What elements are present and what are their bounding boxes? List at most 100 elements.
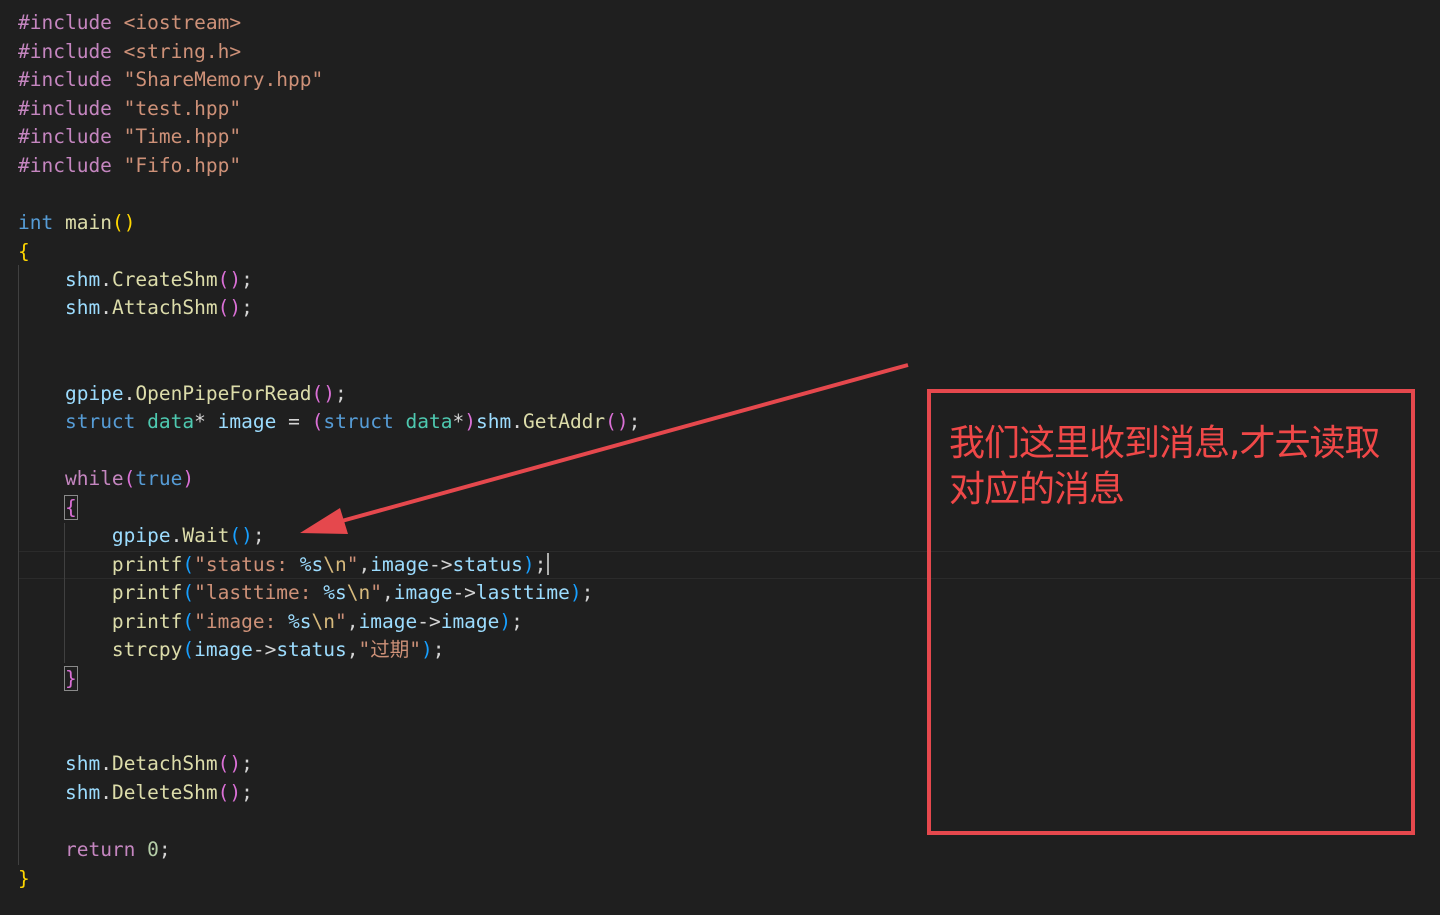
code-line-1[interactable]: #include <iostream>: [18, 9, 241, 37]
paren: (): [311, 382, 336, 405]
object-name: image: [393, 581, 453, 604]
annotation-text: 我们这里收到消息,才去读取对应的消息: [949, 423, 1380, 510]
preprocessor-keyword: #include: [18, 154, 112, 177]
paren: (): [217, 268, 242, 291]
object-name: shm: [64, 268, 101, 291]
include-path: "test.hpp": [123, 97, 242, 120]
code-line-17[interactable]: while(true): [18, 465, 194, 493]
method-name: CreateShm: [111, 268, 218, 291]
include-path: "ShareMemory.hpp": [123, 68, 324, 91]
bool-literal: true: [135, 467, 183, 490]
field-name: status: [452, 553, 523, 576]
function-name: printf: [111, 610, 183, 633]
code-line-5[interactable]: #include "Time.hpp": [18, 123, 241, 151]
paren: (): [217, 296, 242, 319]
open-brace: {: [18, 240, 30, 263]
string-literal: "image:: [194, 610, 289, 633]
paren: (): [217, 781, 242, 804]
code-line-10[interactable]: shm.CreateShm();: [18, 266, 253, 294]
code-line-27[interactable]: shm.DetachShm();: [18, 750, 253, 778]
paren: ): [421, 638, 433, 661]
preprocessor-keyword: #include: [18, 125, 112, 148]
object-name: shm: [64, 296, 101, 319]
code-line-28[interactable]: shm.DeleteShm();: [18, 779, 253, 807]
preprocessor-keyword: #include: [18, 68, 112, 91]
preprocessor-keyword: #include: [18, 40, 112, 63]
code-line-18[interactable]: {: [18, 494, 78, 522]
close-brace: }: [63, 666, 78, 691]
function-name: strcpy: [111, 638, 183, 661]
string-literal-end: ": [370, 581, 382, 604]
annotation-box: 我们这里收到消息,才去读取对应的消息: [927, 389, 1415, 835]
arrow-op: ->: [252, 638, 277, 661]
method-name: GetAddr: [522, 410, 606, 433]
arrow-op: ->: [417, 610, 441, 633]
open-brace: {: [63, 495, 78, 520]
field-name: lasttime: [475, 581, 570, 604]
code-line-9[interactable]: {: [18, 238, 30, 266]
arrow-shaft: [337, 363, 909, 524]
code-editor[interactable]: #include <iostream> #include <string.h> …: [0, 0, 1440, 915]
arrow-head: [300, 508, 348, 534]
paren: (): [229, 524, 253, 547]
code-line-8[interactable]: int main(): [18, 209, 135, 237]
include-path: <iostream>: [123, 11, 242, 34]
object-name: image: [358, 610, 418, 633]
code-line-14[interactable]: gpipe.OpenPipeForRead();: [18, 380, 347, 408]
code-line-23[interactable]: strcpy(image->status,"过期");: [18, 636, 445, 664]
object-name: shm: [64, 752, 101, 775]
arrow-op: ->: [428, 553, 453, 576]
string-literal-end: ": [335, 610, 347, 633]
loop-keyword: while: [64, 467, 124, 490]
string-literal-end: ": [346, 553, 359, 576]
code-line-2[interactable]: #include <string.h>: [18, 38, 241, 66]
paren: (): [605, 410, 629, 433]
paren-pair: (): [111, 211, 136, 234]
struct-keyword: struct: [64, 410, 136, 433]
paren: (: [182, 610, 195, 633]
escape-sequence: \n: [323, 553, 347, 576]
method-name: DetachShm: [111, 752, 218, 775]
field-name: image: [440, 610, 500, 633]
code-line-24[interactable]: }: [18, 665, 78, 693]
number-literal: 0: [147, 838, 159, 861]
code-line-11[interactable]: shm.AttachShm();: [18, 294, 253, 322]
object-name: gpipe: [64, 382, 124, 405]
function-name: printf: [111, 581, 183, 604]
paren: (): [217, 752, 242, 775]
type-name: data: [405, 410, 453, 433]
code-line-20[interactable]: printf("status: %s\n",image->status);: [18, 551, 550, 579]
object-name: gpipe: [111, 524, 171, 547]
object-name: image: [370, 553, 429, 576]
string-literal: "过期": [358, 638, 421, 661]
code-line-6[interactable]: #include "Fifo.hpp": [18, 152, 241, 180]
code-line-4[interactable]: #include "test.hpp": [18, 95, 241, 123]
struct-keyword: struct: [323, 410, 394, 433]
function-name: printf: [111, 553, 183, 576]
code-line-31[interactable]: }: [18, 865, 30, 893]
arrow-op: ->: [452, 581, 476, 604]
string-literal: "lasttime:: [194, 581, 324, 604]
object-name: image: [194, 638, 253, 661]
code-line-21[interactable]: printf("lasttime: %s\n",image->lasttime)…: [18, 579, 593, 607]
format-specifier: %s: [323, 581, 347, 604]
paren: ): [464, 410, 476, 433]
method-name: OpenPipeForRead: [135, 382, 312, 405]
function-name: main: [64, 211, 112, 234]
text-cursor: [547, 553, 550, 575]
paren: ): [182, 467, 195, 490]
close-brace: }: [18, 867, 30, 890]
code-line-22[interactable]: printf("image: %s\n",image->image);: [18, 608, 523, 636]
include-path: "Fifo.hpp": [123, 154, 242, 177]
code-line-30[interactable]: return 0;: [18, 836, 171, 864]
field-name: status: [276, 638, 347, 661]
code-line-19[interactable]: gpipe.Wait();: [18, 522, 265, 550]
include-path: "Time.hpp": [123, 125, 242, 148]
code-line-15[interactable]: struct data* image = (struct data*)shm.G…: [18, 408, 640, 436]
object-name: shm: [64, 781, 101, 804]
code-line-3[interactable]: #include "ShareMemory.hpp": [18, 66, 323, 94]
return-keyword: return: [64, 838, 136, 861]
format-specifier: %s: [299, 553, 324, 576]
escape-sequence: \n: [346, 581, 371, 604]
pointer-star: *: [194, 410, 206, 433]
